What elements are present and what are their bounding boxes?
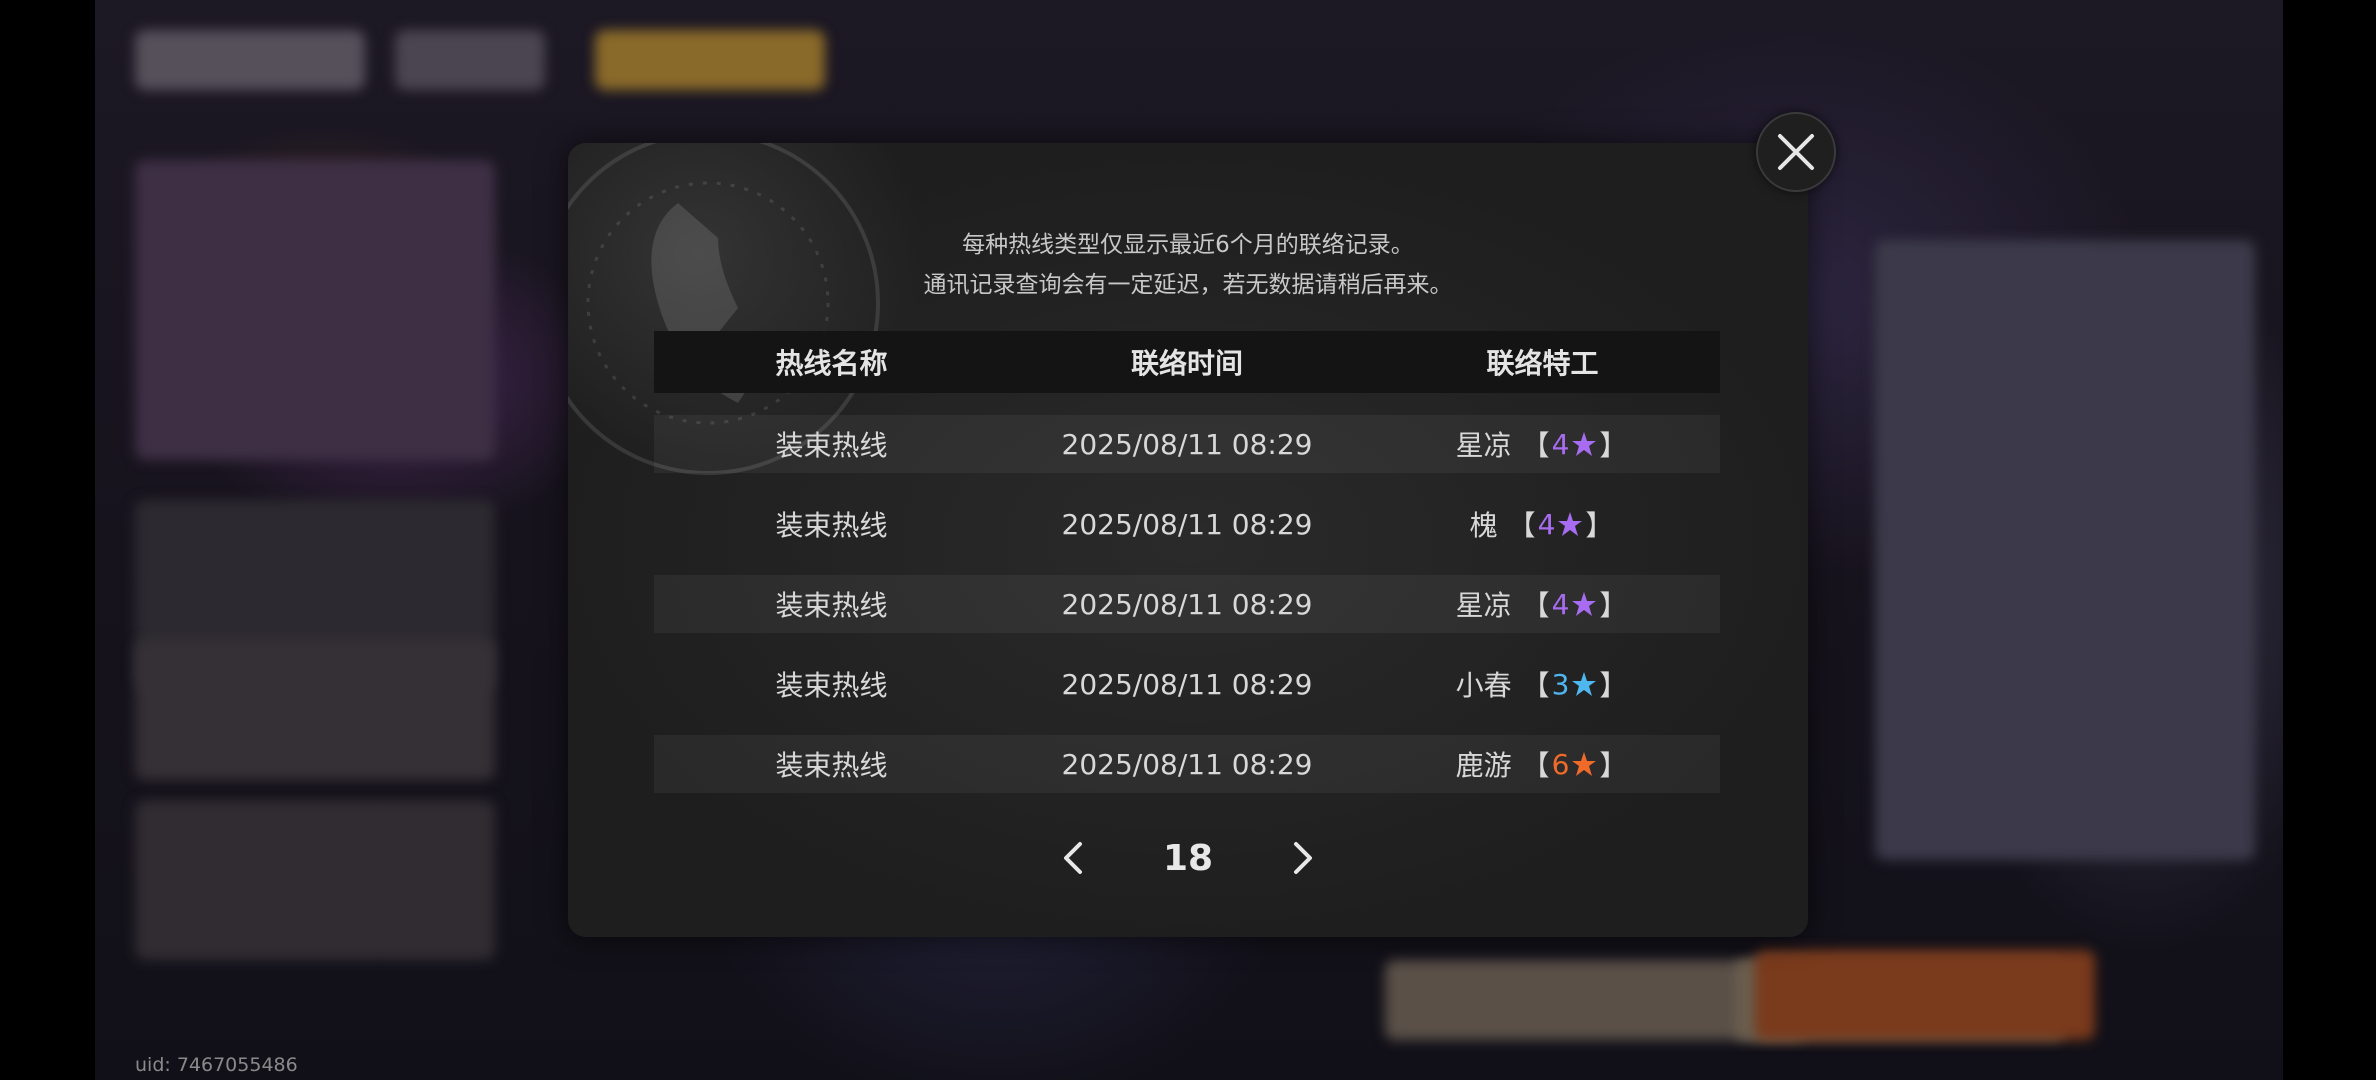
blurred-character [1875,240,2255,860]
table-body: 装束热线 2025/08/11 08:29 星凉【4】装束热线 2025/08/11 … [654,415,1720,793]
agent-info: 槐【4 】 [1470,504,1616,544]
agent-info: 星凉【4 】 [1456,424,1630,464]
hotline-name: 装束热线 [775,669,888,702]
chevron-left-icon [1064,842,1082,874]
agent-info: 小春【3 】 [1456,664,1630,704]
rank-number: 3 [1551,667,1570,701]
bracket-close: 】 [1585,509,1614,542]
bracket-open: 【 [1521,429,1550,462]
table-row: 装束热线 2025/08/11 08:29 鹿游【6 】 [654,735,1720,793]
contact-time: 2025/08/11 08:29 [1061,667,1313,701]
contact-time: 2025/08/11 08:29 [1061,747,1313,781]
hotline-name: 装束热线 [775,589,888,622]
rank-number: 6 [1551,747,1570,781]
agent-name: 鹿游 [1455,749,1512,782]
bracket-close: 】 [1599,589,1628,622]
contact-time: 2025/08/11 08:29 [1061,507,1313,541]
close-icon [1778,134,1814,170]
blurred-hud-element [595,30,825,90]
blurred-banner [135,800,495,960]
star-icon [1558,512,1583,536]
agent-rank: 6 [1552,748,1598,781]
agent-name: 星凉 [1455,429,1512,462]
next-page-button[interactable] [1273,833,1333,883]
blurred-banner [135,160,495,460]
agent-cell: 槐【4 】 [1365,504,1720,544]
agent-cell: 鹿游【6 】 [1365,744,1720,784]
bracket-open: 【 [1521,589,1550,622]
bracket-close: 】 [1599,749,1628,782]
hotline-name: 装束热线 [775,749,888,782]
agent-info: 星凉【4 】 [1456,584,1630,624]
contact-time: 2025/08/11 08:29 [1061,427,1313,461]
prev-page-button[interactable] [1043,833,1103,883]
agent-name: 星凉 [1455,589,1512,622]
column-header-time: 联络时间 [1130,347,1243,380]
agent-info: 鹿游【6 】 [1456,744,1630,784]
bracket-open: 【 [1521,749,1550,782]
column-header-agent: 联络特工 [1486,347,1599,380]
agent-rank: 4 [1552,588,1598,621]
contact-record-table: 热线名称 联络时间 联络特工 装束热线 2025/08/11 08:29 星凉【4】… [654,331,1720,815]
rank-number: 4 [1551,427,1570,461]
table-row: 装束热线 2025/08/11 08:29 星凉【4 】 [654,415,1720,473]
bracket-open: 【 [1507,509,1536,542]
uid-label: uid: 7467055486 [135,1054,298,1076]
agent-name: 小春 [1455,669,1512,702]
pagination: 18 [568,833,1808,883]
close-button[interactable] [1756,112,1836,192]
agent-cell: 星凉【4 】 [1365,584,1720,624]
blurred-button [1755,950,2095,1040]
blurred-banner [135,640,495,780]
star-icon [1572,672,1597,696]
bracket-close: 】 [1599,669,1628,702]
rank-number: 4 [1537,507,1556,541]
rank-number: 4 [1551,587,1570,621]
agent-cell: 星凉【4 】 [1365,424,1720,464]
chevron-right-icon [1294,842,1312,874]
bracket-close: 】 [1599,429,1628,462]
notice-line-1: 每种热线类型仅显示最近6个月的联络记录。 [962,232,1414,258]
hotline-name: 装束热线 [775,509,888,542]
hotline-name: 装束热线 [775,429,888,462]
bracket-open: 【 [1521,669,1550,702]
star-icon [1572,592,1597,616]
contact-time: 2025/08/11 08:29 [1061,587,1313,621]
column-header-hotline: 热线名称 [775,347,888,380]
agent-rank: 4 [1538,508,1584,541]
table-row: 装束热线 2025/08/11 08:29 小春【3 】 [654,655,1720,713]
star-icon [1572,432,1597,456]
page-number: 18 [1162,837,1214,879]
notice-line-2: 通讯记录查询会有一定延迟，若无数据请稍后再来。 [923,272,1453,298]
table-row: 装束热线 2025/08/11 08:29 槐【4 】 [654,495,1720,553]
star-icon [1572,752,1597,776]
agent-name: 槐 [1469,509,1498,542]
contact-record-dialog: 每种热线类型仅显示最近6个月的联络记录。 通讯记录查询会有一定延迟，若无数据请稍… [568,143,1808,937]
blurred-hud-element [395,30,545,90]
table-header: 热线名称 联络时间 联络特工 [654,331,1720,393]
agent-rank: 3 [1552,668,1598,701]
blurred-hud-element [135,30,365,90]
agent-rank: 4 [1552,428,1598,461]
table-row: 装束热线 2025/08/11 08:29 星凉【4 】 [654,575,1720,633]
agent-cell: 小春【3 】 [1365,664,1720,704]
